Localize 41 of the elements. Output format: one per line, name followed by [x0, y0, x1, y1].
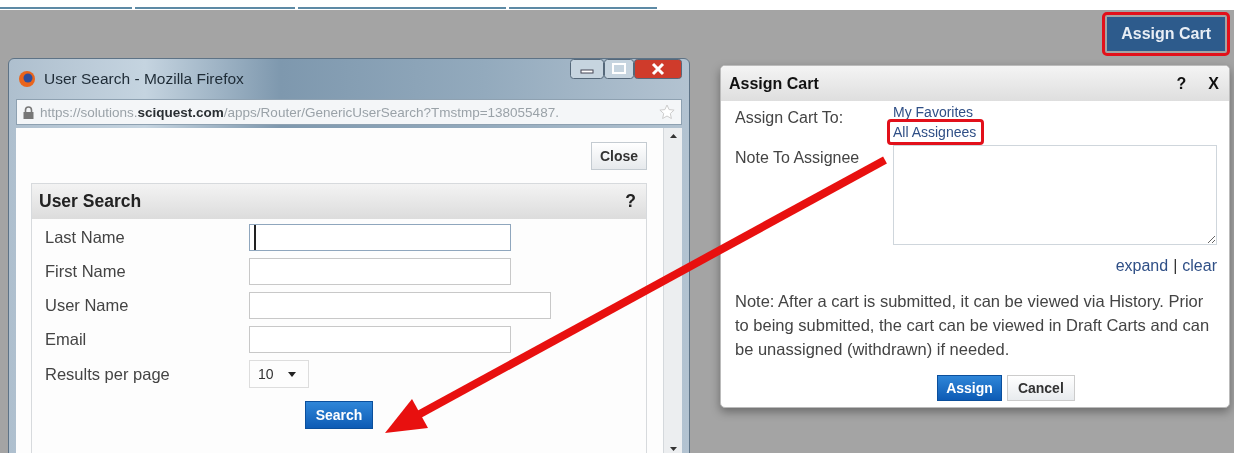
close-icon[interactable]: [634, 59, 682, 79]
input-field[interactable]: [249, 326, 511, 353]
note-text: Note: After a cart is submitted, it can be viewed via History. Prior to being submitted, the cart can be viewed in Draft Carts and can be unassigned (withdrawn) if needed.: [735, 291, 1211, 360]
help-link[interactable]: ?: [1176, 74, 1187, 93]
cancel-button[interactable]: Cancel: [1006, 375, 1075, 401]
assignee-link[interactable]: All Assignees: [893, 124, 977, 140]
field-label: Results per page: [45, 364, 171, 384]
browser-logo-icon: [18, 70, 36, 88]
assignee-link[interactable]: My Favorites: [893, 105, 974, 119]
scroll-up-icon[interactable]: [669, 134, 677, 138]
star-icon[interactable]: [659, 104, 675, 120]
help-link[interactable]: ?: [625, 191, 636, 212]
assign-cart-button[interactable]: Assign Cart: [1107, 17, 1225, 51]
text-link[interactable]: clear: [1182, 257, 1217, 275]
scroll-down-icon[interactable]: [669, 447, 677, 451]
field-label: Email: [45, 330, 88, 349]
assign-button[interactable]: Assign: [937, 375, 1002, 401]
field-label: Last Name: [45, 228, 126, 247]
search-button[interactable]: Search: [304, 401, 374, 429]
minimize-icon[interactable]: [570, 59, 604, 79]
field-label: First Name: [45, 262, 127, 281]
note-field[interactable]: [893, 145, 1217, 245]
text-link[interactable]: expand: [1115, 257, 1169, 275]
address-text: https://solutions.sciquest.com/apps/Router/GenericUserSearch?Tmstmp=138055487.: [40, 104, 560, 120]
field-label: Note To Assignee: [735, 149, 861, 167]
input-field[interactable]: [249, 258, 511, 285]
dialog-title: Assign Cart: [729, 74, 819, 93]
input-field[interactable]: [249, 224, 511, 251]
field-label: Assign Cart To:: [735, 109, 845, 128]
input-field[interactable]: [249, 292, 551, 319]
dropdown-arrow-icon: [287, 371, 296, 377]
scrollbar[interactable]: [663, 128, 682, 453]
window-title: User Search - Mozilla Firefox: [44, 70, 244, 88]
close-button[interactable]: Close: [590, 142, 647, 170]
page-size-dropdown[interactable]: 10: [249, 360, 309, 388]
panel-title: User Search: [39, 191, 142, 212]
close-button[interactable]: X: [1208, 74, 1219, 93]
separator: |: [1173, 257, 1178, 275]
maximize-icon[interactable]: [604, 59, 634, 79]
field-label: User Name: [45, 296, 130, 315]
lock-icon: [23, 105, 34, 119]
